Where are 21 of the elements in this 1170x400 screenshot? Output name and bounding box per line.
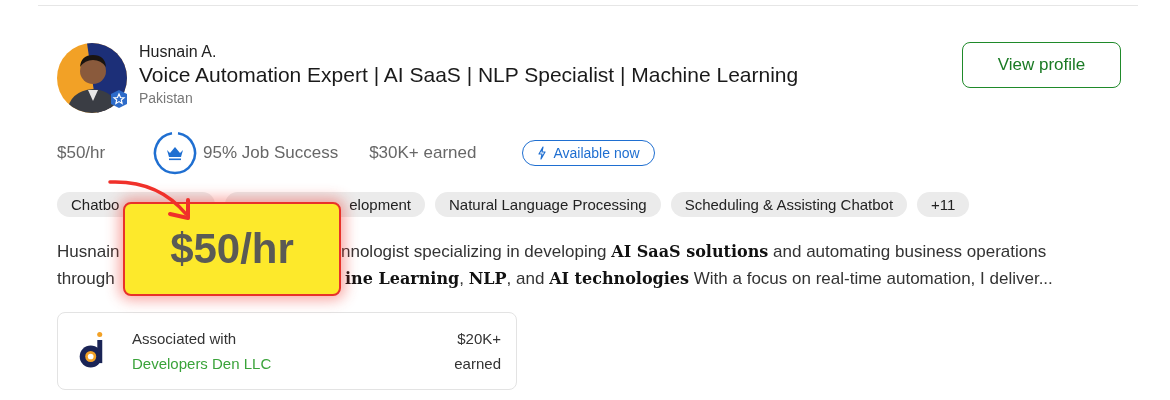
- agency-earned-amount: $20K+: [456, 329, 501, 349]
- skill-tag[interactable]: Scheduling & Assisting Chatbot: [670, 192, 908, 217]
- hourly-rate: $50/hr: [57, 143, 107, 163]
- earned-amount: $30K+ earned: [369, 143, 477, 163]
- agency-earned-label: earned: [454, 354, 501, 374]
- price-callout: $50/hr: [123, 202, 341, 296]
- description-text: Husnain: [57, 241, 121, 263]
- freelancer-title: Voice Automation Expert | AI SaaS | NLP Specialist | Machine Learning: [139, 62, 800, 88]
- job-success-ring-icon: [152, 130, 198, 176]
- association-label: Associated with: [132, 329, 238, 349]
- description-text: nnologist specializing in developing AI SaaS solutions and automating business operations: [341, 241, 1047, 263]
- star-badge-icon: [109, 89, 129, 109]
- location-text: Pakistan: [139, 89, 194, 108]
- description-text: ine Learning, NLP, and AI technologies With a focus on real-time automation, I deliver...: [345, 268, 1053, 290]
- description-text: through: [57, 268, 116, 290]
- lightning-icon: [537, 146, 548, 160]
- skill-tag[interactable]: +11: [917, 192, 970, 217]
- view-profile-button[interactable]: View profile: [962, 42, 1121, 88]
- freelancer-name: Husnain A.: [139, 42, 218, 62]
- job-success-text: 95% Job Success: [203, 143, 339, 163]
- skill-tag[interactable]: Natural Language Processing: [435, 192, 661, 217]
